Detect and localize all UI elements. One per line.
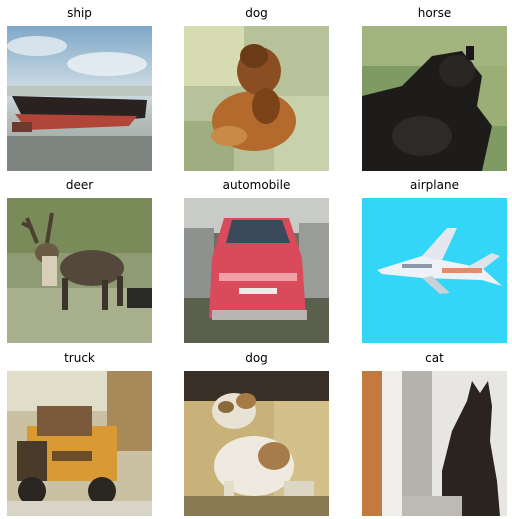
- image-tile-airplane: airplane: [362, 175, 507, 343]
- truck-image: [7, 371, 152, 516]
- dog-image: [184, 26, 329, 171]
- image-label: truck: [64, 351, 95, 365]
- image-tile-dog: dog: [184, 3, 329, 171]
- image-label: airplane: [410, 178, 459, 192]
- dog-image: [184, 371, 329, 516]
- image-label: ship: [67, 6, 92, 20]
- ship-image: [7, 26, 152, 171]
- image-label: cat: [425, 351, 444, 365]
- image-label: deer: [65, 178, 94, 192]
- horse-image: [362, 26, 507, 171]
- airplane-image: [362, 198, 507, 343]
- image-tile-dog-2: dog: [184, 348, 329, 516]
- cat-image: [362, 371, 507, 516]
- image-tile-truck: truck: [7, 348, 152, 516]
- image-label: automobile: [222, 178, 291, 192]
- image-tile-ship: ship: [7, 3, 152, 171]
- image-tile-horse: horse: [362, 3, 507, 171]
- image-tile-deer: deer: [7, 175, 152, 343]
- deer-image: [7, 198, 152, 343]
- image-label: dog: [245, 6, 268, 20]
- image-tile-automobile: automobile: [184, 175, 329, 343]
- image-tile-cat: cat: [362, 348, 507, 516]
- image-label: dog: [245, 351, 268, 365]
- automobile-image: [184, 198, 329, 343]
- image-label: horse: [417, 6, 452, 20]
